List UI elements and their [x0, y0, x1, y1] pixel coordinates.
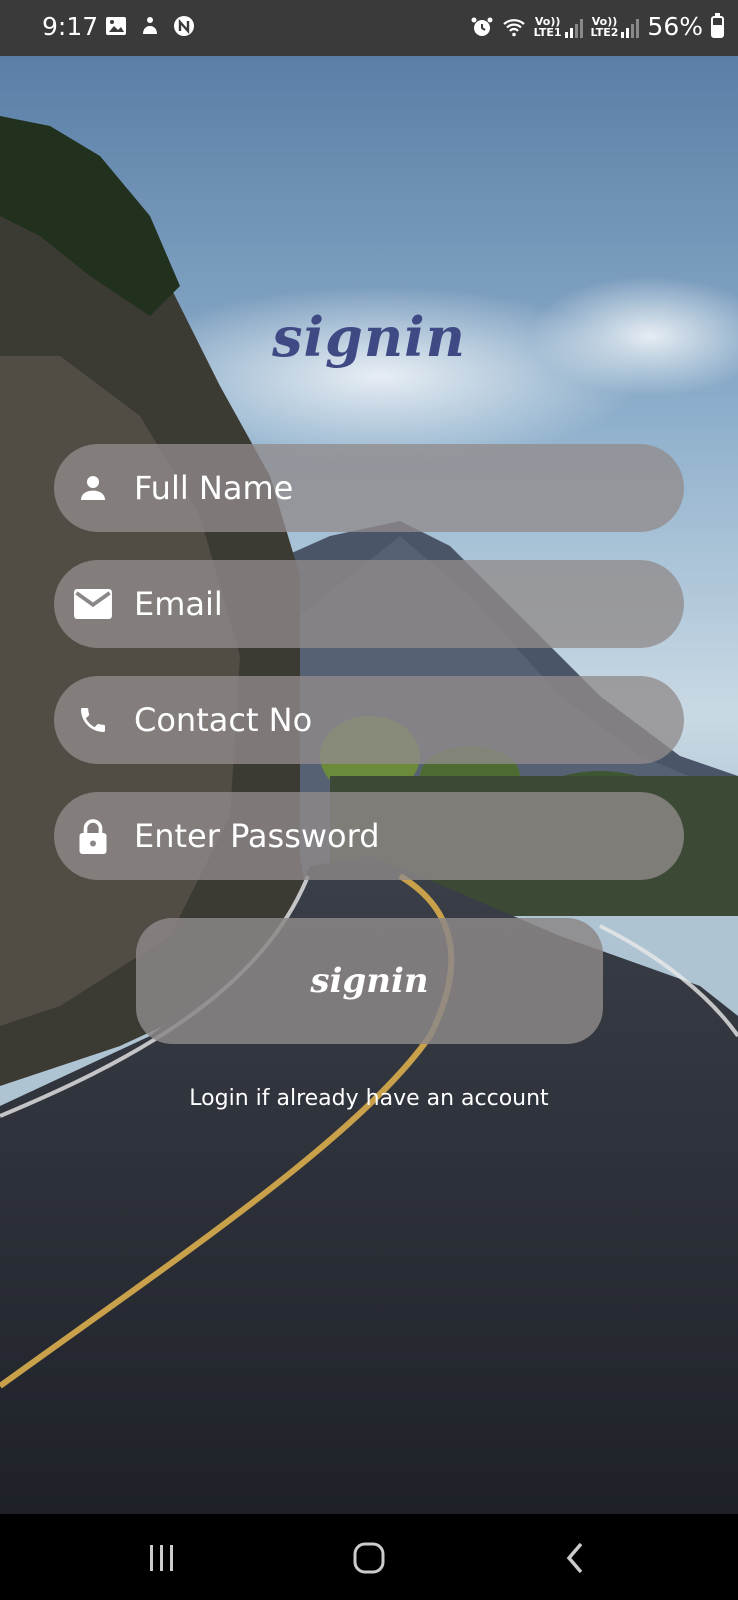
password-field[interactable] [54, 792, 684, 880]
sim2-network: Vo)) LTE2 [591, 16, 640, 38]
alarm-icon [471, 17, 493, 36]
battery-percent: 56% [647, 12, 703, 41]
full-name-field[interactable] [54, 444, 684, 532]
wifi-icon [502, 18, 525, 36]
password-input[interactable] [132, 816, 656, 856]
full-name-input[interactable] [132, 468, 656, 508]
mountain-road-photo [0, 56, 738, 1514]
mail-icon [74, 589, 112, 619]
home-button[interactable] [339, 1536, 399, 1580]
signal-strength-icon [564, 18, 583, 38]
contact-field[interactable] [54, 676, 684, 764]
email-input[interactable] [132, 584, 656, 624]
gallery-icon [106, 17, 126, 35]
status-time: 9:17 [42, 12, 99, 41]
back-icon [566, 1542, 583, 1574]
battery-icon [711, 12, 724, 38]
lock-icon [79, 819, 107, 854]
recent-apps-icon [150, 1545, 173, 1571]
app-notification-icon [143, 17, 157, 34]
email-field[interactable] [54, 560, 684, 648]
recent-apps-button[interactable] [132, 1536, 192, 1580]
sim1-network: Vo)) LTE1 [534, 16, 583, 38]
phone-icon [81, 708, 105, 732]
background-image [0, 56, 738, 1514]
home-icon [353, 1542, 385, 1574]
signin-button[interactable]: signin [136, 918, 603, 1044]
page-title: signin [272, 305, 466, 369]
signal-strength-icon [621, 18, 640, 38]
status-bar: 9:17 Vo)) LTE1 Vo)) LTE2 56% [0, 0, 738, 56]
back-button[interactable] [546, 1536, 606, 1580]
person-icon [81, 476, 105, 500]
app-logo-icon [174, 16, 194, 36]
navigation-bar [0, 1514, 738, 1600]
contact-input[interactable] [132, 700, 656, 740]
login-link[interactable]: Login if already have an account [0, 1086, 738, 1111]
